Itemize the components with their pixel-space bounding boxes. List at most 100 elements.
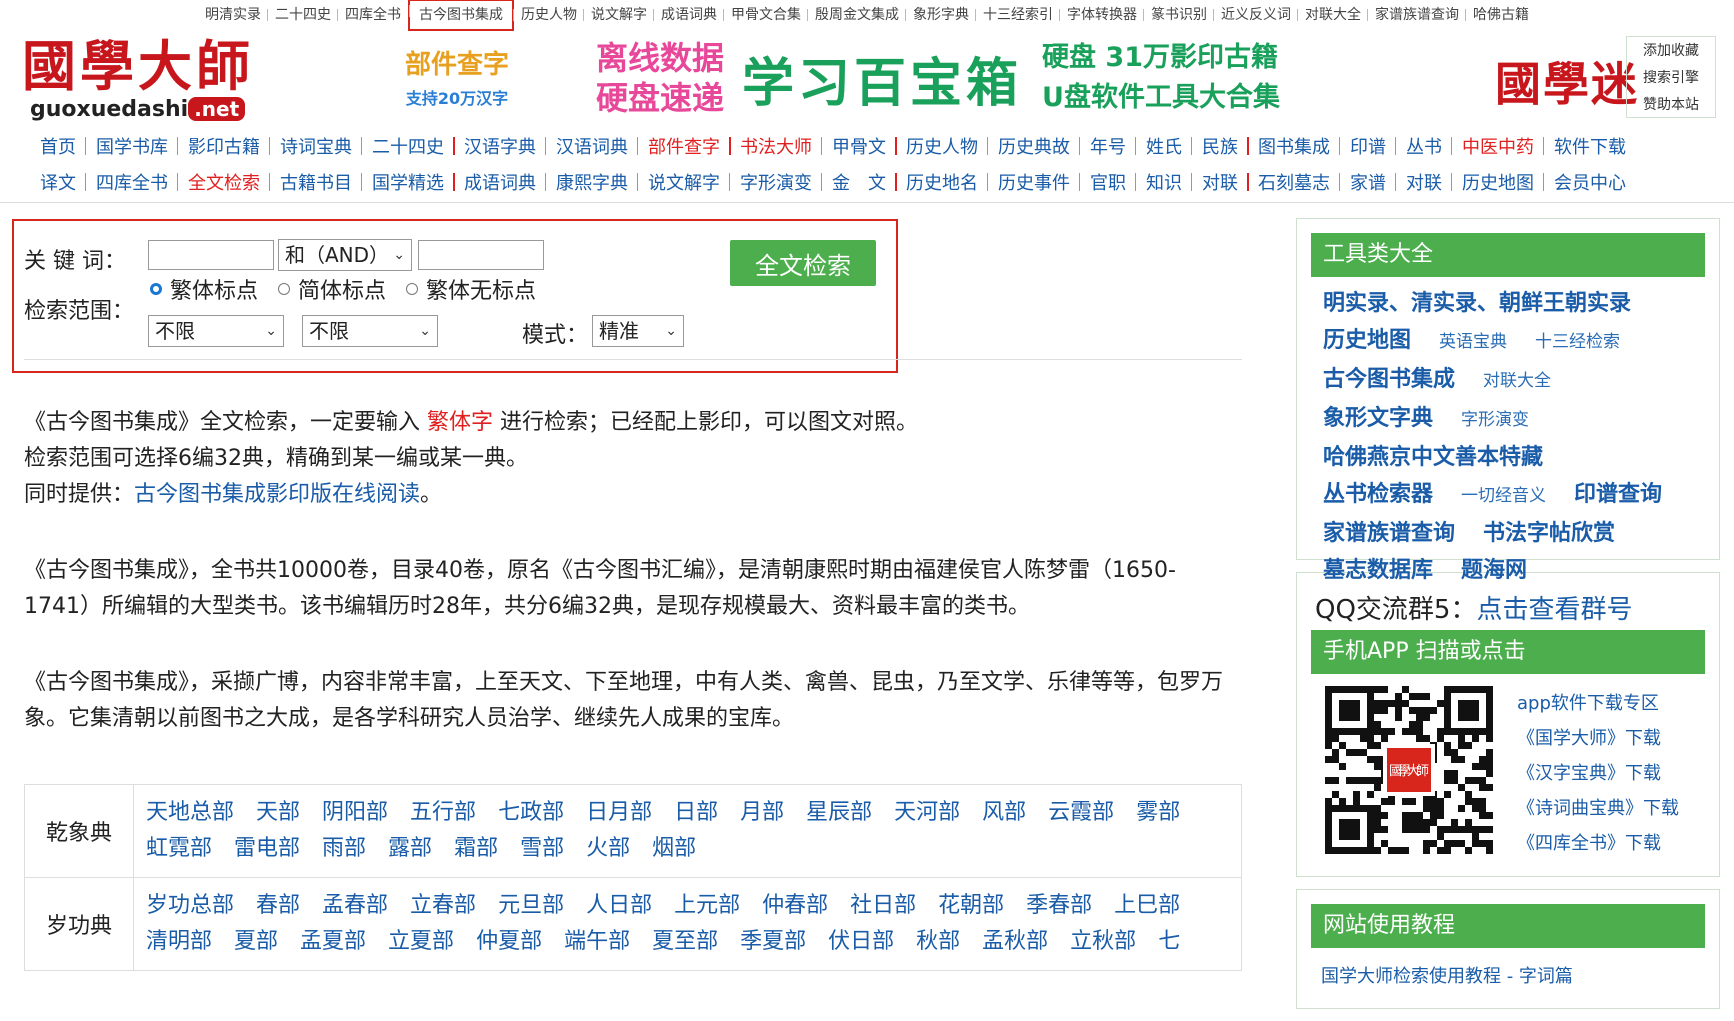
category-link[interactable]: 社日部	[850, 888, 916, 924]
nav-item[interactable]: 古籍书目	[269, 169, 362, 195]
top-link[interactable]: 古今图书集成	[408, 0, 514, 31]
nav-item[interactable]: 家谱	[1339, 169, 1396, 195]
nav-item[interactable]: 印谱	[1339, 133, 1396, 159]
tool-link[interactable]: 哈佛燕京中文善本特藏	[1323, 439, 1543, 476]
category-link[interactable]: 上元部	[674, 888, 740, 924]
range1-select[interactable]: 不限 ⌄	[148, 315, 284, 347]
top-link[interactable]: 近义反义词	[1213, 5, 1298, 25]
top-link[interactable]: 字体转换器	[1059, 5, 1144, 25]
nav-item[interactable]: 会员中心	[1543, 169, 1636, 195]
category-link[interactable]: 元旦部	[498, 888, 564, 924]
category-link[interactable]: 云霞部	[1048, 795, 1114, 831]
category-link[interactable]: 孟夏部	[300, 924, 366, 960]
top-link[interactable]: 哈佛古籍	[1465, 5, 1536, 25]
category-link[interactable]: 伏日部	[828, 924, 894, 960]
nav-item[interactable]: 官职	[1079, 169, 1136, 195]
nav-item[interactable]: 全文检索	[177, 169, 270, 195]
tool-link[interactable]: 明实录、清实录、朝鲜王朝实录	[1323, 285, 1631, 322]
category-link[interactable]: 秋部	[916, 924, 960, 960]
category-link[interactable]: 风部	[982, 795, 1026, 831]
nav-item[interactable]: 金 文	[821, 169, 896, 195]
category-link[interactable]: 孟秋部	[982, 924, 1048, 960]
category-link[interactable]: 霜部	[454, 831, 498, 867]
range2-select[interactable]: 不限 ⌄	[302, 315, 438, 347]
nav-item[interactable]: 诗词宝典	[269, 133, 362, 159]
category-link[interactable]: 日部	[674, 795, 718, 831]
nav-item[interactable]: 四库全书	[85, 169, 178, 195]
category-link[interactable]: 天河部	[894, 795, 960, 831]
add-favorite-link[interactable]: 添加收藏	[1643, 40, 1699, 60]
guoxuemi-logo[interactable]: 國學迷	[1495, 48, 1639, 114]
nav-item[interactable]: 对联	[1395, 169, 1452, 195]
category-link[interactable]: 星辰部	[806, 795, 872, 831]
online-reading-link[interactable]: 古今图书集成影印版在线阅读	[134, 482, 420, 507]
search-engine-link[interactable]: 搜索引擎	[1643, 67, 1699, 87]
category-link[interactable]: 五行部	[410, 795, 476, 831]
app-download-link[interactable]: app软件下载专区	[1517, 686, 1679, 721]
tool-link[interactable]: 题海网	[1461, 552, 1527, 589]
category-link[interactable]: 烟部	[652, 831, 696, 867]
top-link[interactable]: 象形字典	[905, 5, 976, 25]
category-link[interactable]: 阴阳部	[322, 795, 388, 831]
nav-item[interactable]: 国学书库	[85, 133, 178, 159]
category-link[interactable]: 立春部	[410, 888, 476, 924]
nav-item[interactable]: 部件查字	[637, 133, 730, 159]
category-link[interactable]: 上巳部	[1114, 888, 1180, 924]
top-link[interactable]: 历史人物	[513, 5, 584, 25]
nav-item[interactable]: 译文	[30, 169, 86, 195]
tutorial-link[interactable]: 国学大师检索使用教程 - 字词篇	[1311, 948, 1705, 988]
category-link[interactable]: 七	[1158, 924, 1180, 960]
nav-item[interactable]: 历史人物	[895, 133, 988, 159]
operator-select[interactable]: 和（AND） ⌄	[278, 239, 412, 271]
top-link[interactable]: 对联大全	[1297, 5, 1368, 25]
category-link[interactable]: 虹霓部	[146, 831, 212, 867]
tool-link[interactable]: 对联大全	[1483, 363, 1551, 400]
promo-banner[interactable]: 离线数据 硬盘速递 学习百宝箱 硬盘 31万影印古籍 U盘软件工具大合集	[596, 34, 1341, 122]
nav-item[interactable]: 图书集成	[1247, 133, 1340, 159]
category-link[interactable]: 夏至部	[652, 924, 718, 960]
category-link[interactable]: 人日部	[586, 888, 652, 924]
category-link[interactable]: 仲夏部	[476, 924, 542, 960]
tool-link[interactable]: 历史地图	[1323, 322, 1411, 359]
top-link[interactable]: 甲骨文合集	[723, 5, 808, 25]
radio-traditional-nopunct[interactable]: 繁体无标点	[406, 273, 536, 305]
nav-item[interactable]: 二十四史	[361, 133, 454, 159]
app-download-link[interactable]: 《诗词曲宝典》下载	[1517, 791, 1679, 826]
top-link[interactable]: 十三经索引	[975, 5, 1060, 25]
top-link[interactable]: 篆书识别	[1143, 5, 1214, 25]
category-link[interactable]: 天部	[256, 795, 300, 831]
tool-link[interactable]: 书法字帖欣赏	[1483, 515, 1615, 552]
category-link[interactable]: 立夏部	[388, 924, 454, 960]
nav-item[interactable]: 书法大师	[729, 133, 822, 159]
category-link[interactable]: 雾部	[1136, 795, 1180, 831]
tool-link[interactable]: 丛书检索器	[1323, 476, 1433, 513]
qq-group-link[interactable]: 点击查看群号	[1476, 595, 1632, 625]
tool-link[interactable]: 字形演变	[1461, 402, 1529, 439]
qr-code-image[interactable]: 國學大師	[1325, 686, 1493, 854]
category-link[interactable]: 雪部	[520, 831, 564, 867]
nav-item[interactable]: 康熙字典	[545, 169, 638, 195]
tool-link[interactable]: 家谱族谱查询	[1323, 515, 1455, 552]
category-link[interactable]: 雷电部	[234, 831, 300, 867]
nav-item[interactable]: 首页	[30, 133, 86, 159]
top-link[interactable]: 成语词典	[653, 5, 724, 25]
top-link[interactable]: 四库全书	[337, 5, 408, 25]
nav-item[interactable]: 历史地名	[895, 169, 988, 195]
category-link[interactable]: 夏部	[234, 924, 278, 960]
tool-link[interactable]: 古今图书集成	[1323, 361, 1455, 398]
category-link[interactable]: 季春部	[1026, 888, 1092, 924]
tool-link[interactable]: 墓志数据库	[1323, 552, 1433, 589]
category-link[interactable]: 天地总部	[146, 795, 234, 831]
nav-item[interactable]: 年号	[1079, 133, 1136, 159]
app-download-link[interactable]: 《四库全书》下载	[1517, 826, 1679, 861]
nav-item[interactable]: 中医中药	[1451, 133, 1544, 159]
radio-traditional-punct[interactable]: 繁体标点	[150, 273, 258, 305]
category-link[interactable]: 露部	[388, 831, 432, 867]
nav-item[interactable]: 字形演变	[729, 169, 822, 195]
category-link[interactable]: 雨部	[322, 831, 366, 867]
top-link[interactable]: 殷周金文集成	[807, 5, 906, 25]
tool-link[interactable]: 印谱查询	[1574, 476, 1662, 513]
category-link[interactable]: 清明部	[146, 924, 212, 960]
tool-link[interactable]: 象形文字典	[1323, 400, 1433, 437]
top-link[interactable]: 明清实录	[198, 5, 268, 25]
